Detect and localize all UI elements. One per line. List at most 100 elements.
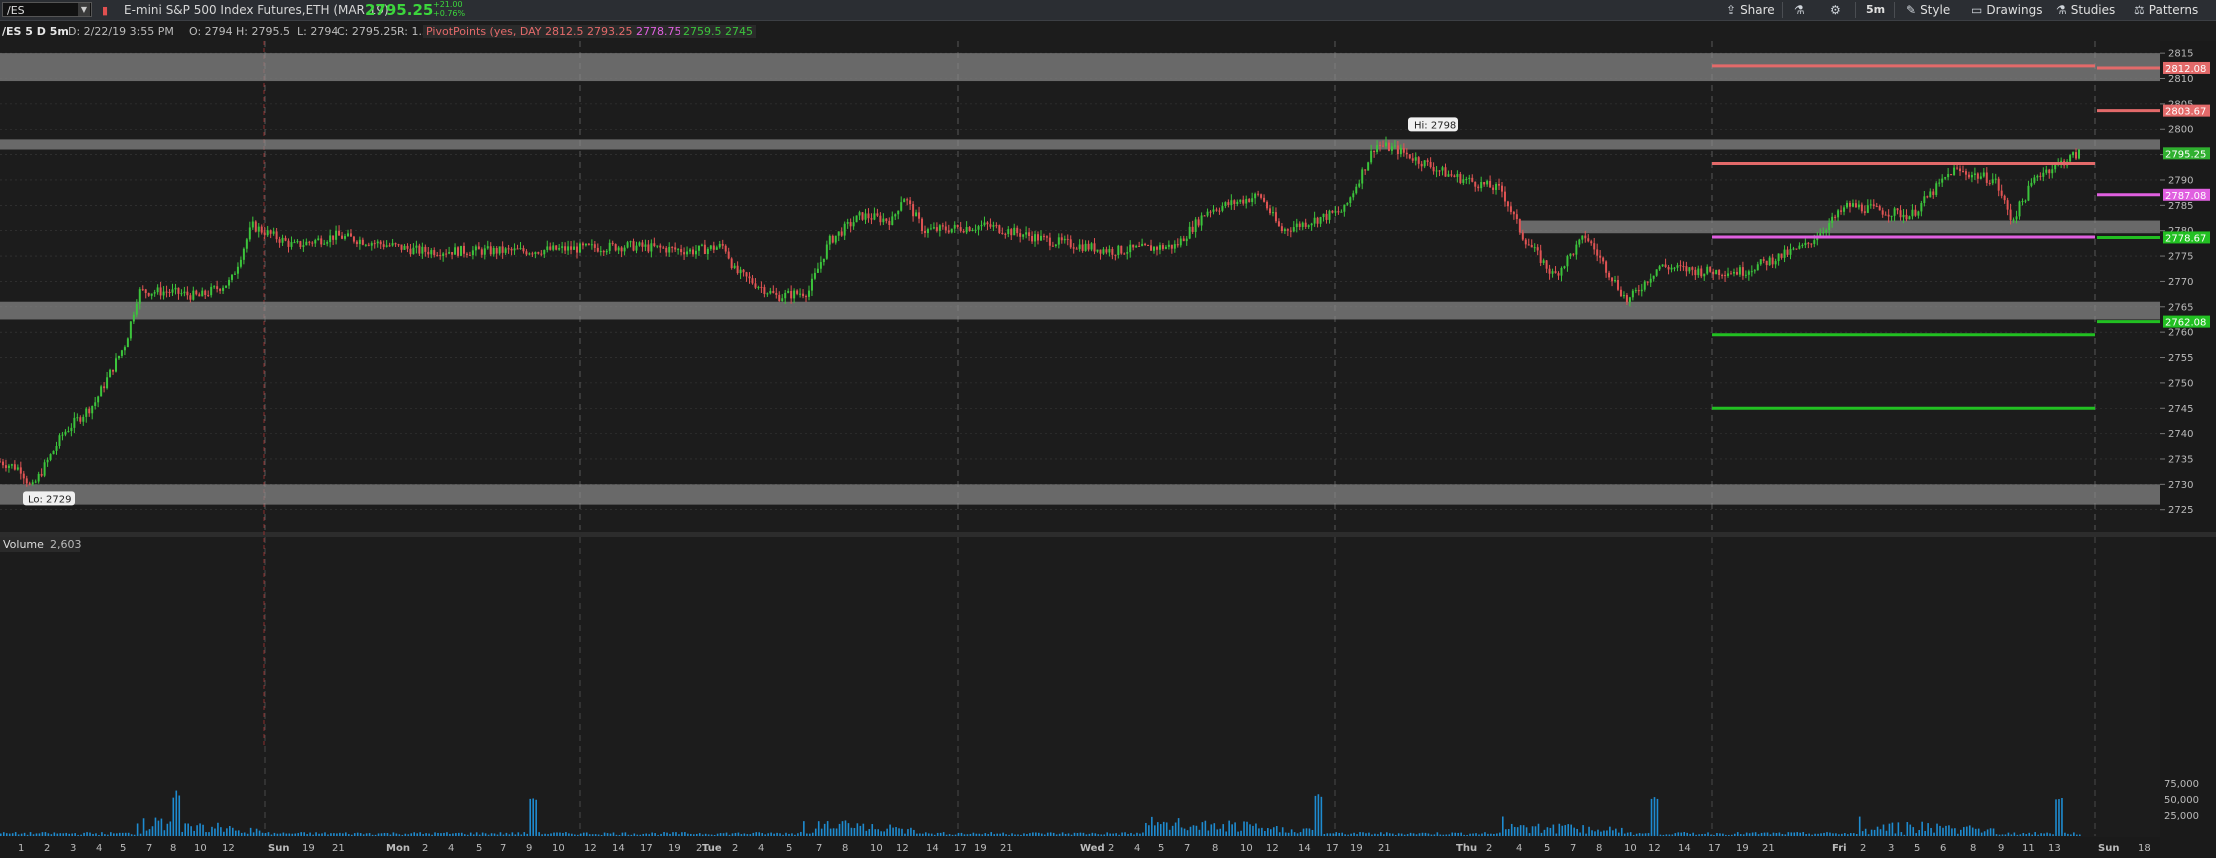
- volume-bar: [612, 832, 615, 836]
- volume-bar: [1493, 833, 1495, 836]
- volume-bar: [776, 832, 778, 836]
- candle-body: [1465, 178, 1468, 180]
- pivot-study-label[interactable]: PivotPoints (yes, DAY): [423, 25, 549, 38]
- candle-body: [100, 386, 103, 397]
- candle-body: [1658, 266, 1661, 270]
- volume-bar: [1038, 832, 1040, 836]
- style-button[interactable]: ✎ Style: [1906, 2, 1950, 18]
- volume-bar: [597, 834, 600, 836]
- candle-body: [831, 235, 834, 243]
- volume-bar: [1894, 833, 1897, 836]
- candle-body: [1161, 245, 1164, 249]
- volume-bar: [205, 832, 207, 836]
- candle-body: [1489, 180, 1492, 188]
- volume-bar: [1742, 834, 1745, 836]
- candle-body: [751, 278, 754, 284]
- volume-bar: [1974, 828, 1977, 836]
- top-toolbar: /ES ▼ ▮ E-mini S&P 500 Index Futures,ETH…: [0, 0, 2216, 21]
- volume-bar: [1284, 832, 1287, 836]
- candle-body: [959, 227, 962, 231]
- candle-body: [1254, 193, 1257, 199]
- candle-body: [1881, 210, 1884, 215]
- volume-bar: [1213, 823, 1216, 836]
- volume-bar: [1609, 826, 1611, 836]
- volume-bar: [1073, 832, 1076, 836]
- studies-button[interactable]: ⚗ Studies: [2056, 2, 2115, 18]
- flask-button[interactable]: ⚗: [1794, 2, 1809, 18]
- volume-bar: [1606, 830, 1608, 836]
- volume-bar: [844, 820, 847, 836]
- candle-body: [40, 473, 43, 476]
- candle-body: [204, 290, 207, 296]
- candle-body: [1709, 266, 1712, 272]
- candle-body: [1652, 275, 1655, 279]
- candle-body: [697, 245, 700, 251]
- candle-body: [1343, 204, 1346, 212]
- chevron-down-icon[interactable]: ▼: [78, 3, 90, 16]
- candle-body: [266, 230, 269, 236]
- candle-body: [2036, 175, 2039, 178]
- candle-body: [573, 246, 576, 250]
- share-button[interactable]: ⇪ Share: [1726, 2, 1775, 18]
- price-chart[interactable]: 2815281028052800279527902785278027752770…: [0, 0, 2216, 858]
- volume-bar: [264, 832, 267, 836]
- volume-bar: [1427, 833, 1430, 836]
- volume-bar: [1171, 825, 1174, 836]
- volume-bar: [1778, 832, 1781, 836]
- volume-bar: [993, 834, 995, 836]
- candle-body: [1456, 174, 1459, 177]
- volume-bar: [862, 823, 865, 836]
- volume-bar: [1531, 826, 1534, 836]
- pivot-axis-label: 2778.67: [2165, 233, 2206, 244]
- candle-body: [1093, 243, 1096, 252]
- volume-bar: [933, 834, 936, 836]
- volume-bar: [1106, 832, 1109, 836]
- volume-bar: [695, 833, 698, 836]
- settings-button[interactable]: ⚙: [1830, 2, 1845, 18]
- high-label: Hi: 2798: [1414, 120, 1456, 131]
- candle-body: [1045, 236, 1048, 238]
- link-icon[interactable]: ▮: [102, 4, 108, 17]
- candle-body: [2012, 219, 2015, 221]
- candle-body: [25, 478, 28, 484]
- candle-body: [894, 214, 897, 217]
- volume-bar: [1311, 829, 1314, 836]
- candle-body: [1792, 248, 1795, 250]
- candle-body: [1994, 178, 1997, 180]
- volume-bar: [1963, 827, 1965, 836]
- volume-bar: [1374, 833, 1376, 836]
- volume-bar: [538, 832, 540, 836]
- x-tick-label: 17: [954, 843, 967, 854]
- candle-body: [1801, 245, 1804, 247]
- candle-body: [168, 291, 171, 293]
- volume-bar: [356, 832, 359, 836]
- candle-body: [1331, 210, 1334, 213]
- interval-button[interactable]: 5m: [1866, 2, 1885, 18]
- candle-body: [1732, 271, 1735, 274]
- drawings-button[interactable]: ▭ Drawings: [1971, 2, 2043, 18]
- candle-body: [813, 272, 816, 279]
- candle-body: [1034, 234, 1037, 242]
- price-change: +21.00 +0.76%: [433, 0, 465, 18]
- volume-bar: [1561, 825, 1564, 836]
- volume-bar: [466, 834, 469, 836]
- candle-body: [1328, 210, 1331, 220]
- candle-body: [1393, 145, 1396, 147]
- volume-bar: [773, 833, 775, 836]
- candle-body: [1468, 177, 1471, 179]
- volume-bar: [832, 828, 835, 836]
- volume-bar: [568, 833, 570, 836]
- patterns-button[interactable]: ⚖ Patterns: [2134, 2, 2198, 18]
- candle-body: [436, 255, 439, 257]
- volume-bar: [1772, 832, 1775, 836]
- candle-body: [1385, 142, 1387, 147]
- candle-body: [778, 294, 781, 302]
- candle-body: [219, 288, 222, 291]
- volume-bar: [1272, 827, 1275, 836]
- volume-bar: [312, 834, 314, 836]
- candle-body: [1786, 249, 1789, 255]
- volume-tick-label: 75,000: [2164, 779, 2199, 790]
- candle-body: [233, 273, 236, 275]
- volume-bar: [945, 834, 948, 836]
- volume-bar: [1380, 832, 1382, 836]
